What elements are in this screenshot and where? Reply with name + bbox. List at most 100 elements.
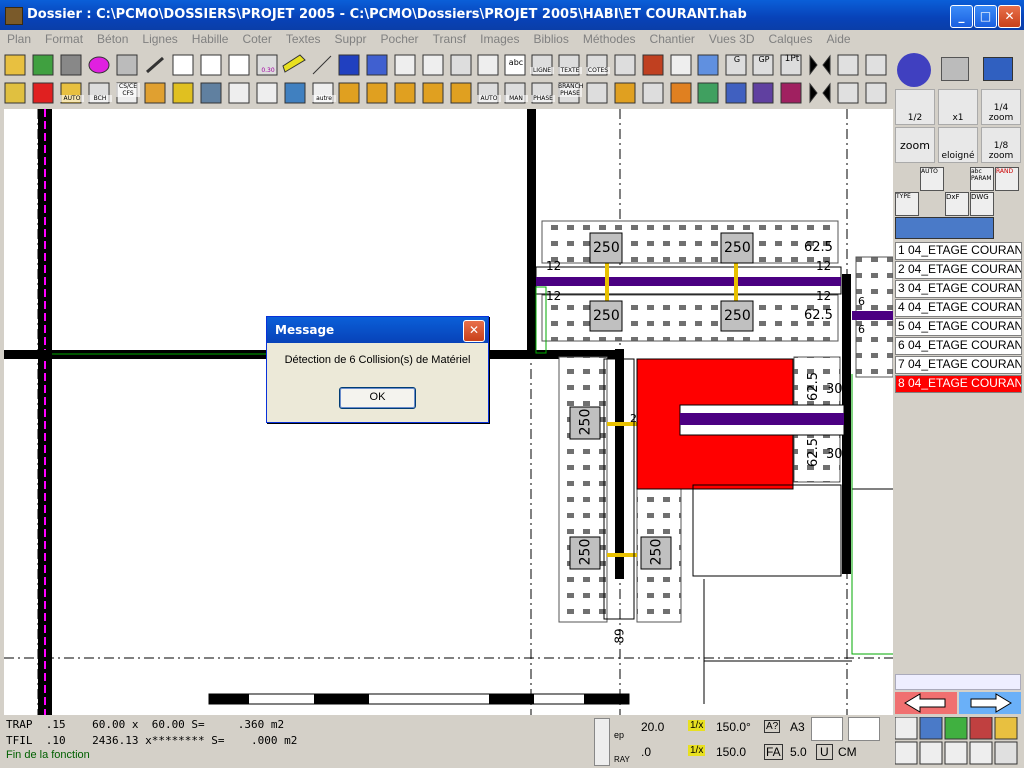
- label-12-4: 12: [816, 289, 832, 303]
- ratio-2[interactable]: 1/x: [688, 745, 706, 756]
- menu-pocher[interactable]: Pocher: [374, 30, 426, 46]
- menu-vues3d[interactable]: Vues 3D: [702, 30, 762, 46]
- menu-transf[interactable]: Transf: [426, 30, 474, 46]
- close-button[interactable]: ✕: [998, 5, 1021, 28]
- status-spinner[interactable]: [594, 718, 610, 766]
- layer-1[interactable]: 1 04_ETAGE COURANT: [895, 242, 1022, 260]
- ok-button[interactable]: OK: [339, 387, 416, 409]
- label-250-4: 250: [724, 308, 751, 324]
- tool-rand[interactable]: RAND: [995, 167, 1019, 191]
- minimize-button[interactable]: _: [950, 5, 973, 28]
- u-button[interactable]: U: [816, 744, 833, 760]
- label-625-3: 62.5: [805, 372, 821, 401]
- label-250-6: 250: [577, 538, 594, 566]
- menu-coter[interactable]: Coter: [235, 30, 278, 46]
- layer-7[interactable]: 7 04_ETAGE COURANT: [895, 356, 1022, 374]
- print-blue-icon[interactable]: [983, 57, 1013, 81]
- label-12-1: 12: [546, 259, 562, 273]
- layer-5[interactable]: 5 04_ETAGE COURANT: [895, 318, 1022, 336]
- tool-type[interactable]: TYPE: [895, 192, 919, 216]
- menu-biblios[interactable]: Biblios: [526, 30, 575, 46]
- tool-ligne: LIGNE: [530, 54, 554, 78]
- zoom-half-button[interactable]: 1/2: [895, 89, 935, 125]
- ep-label: ep: [614, 730, 625, 740]
- tool-abc: abc: [508, 58, 524, 67]
- angle-2[interactable]: 150.0: [716, 745, 746, 759]
- label-250-1: 250: [593, 240, 620, 256]
- layer-6[interactable]: 6 04_ETAGE COURANT: [895, 337, 1022, 355]
- a-help-button[interactable]: A?: [764, 720, 781, 733]
- menu-chantier[interactable]: Chantier: [643, 30, 702, 46]
- next-arrow-icon[interactable]: [959, 692, 1021, 714]
- tool-phase: PHASE: [531, 82, 555, 106]
- layer-scrollbar[interactable]: [895, 674, 1021, 690]
- dialog-close-button[interactable]: ✕: [463, 320, 485, 342]
- tool-autre: autre: [312, 82, 336, 106]
- menu-lignes[interactable]: Lignes: [135, 30, 184, 46]
- ray-value[interactable]: .0: [641, 745, 651, 759]
- angle-1[interactable]: 150.0°: [716, 720, 751, 734]
- zoom-quarter-button[interactable]: 1/4 zoom: [981, 89, 1021, 125]
- toolbar-row-2: AUTO BCH CS/CE CFS autre AUTO MAN PHASE …: [0, 80, 893, 108]
- label-625-2: 62.5: [804, 308, 833, 323]
- tool-cscecfs: CS/CE CFS: [116, 82, 140, 106]
- draw-tools[interactable]: [895, 717, 1023, 767]
- eloigne-button[interactable]: eloigné: [938, 127, 978, 163]
- menu-habille[interactable]: Habille: [185, 30, 236, 46]
- snap-tools[interactable]: [895, 217, 994, 239]
- menu-format[interactable]: Format: [38, 30, 90, 46]
- status-bar: TRAP .15 60.00 x 60.00 S= .360 m2 TFIL .…: [0, 715, 1024, 768]
- tool-texte: TEXTE: [558, 54, 582, 78]
- maximize-button[interactable]: □: [974, 5, 997, 28]
- label-625-4: 62.5: [805, 438, 821, 467]
- menu-textes[interactable]: Textes: [279, 30, 328, 46]
- label-250-3: 250: [593, 308, 620, 324]
- zoom-x1-button[interactable]: x1: [938, 89, 978, 125]
- tool-gp: GP: [758, 55, 770, 64]
- zoom-button[interactable]: zoom: [895, 127, 935, 163]
- fa-button[interactable]: FA: [764, 744, 783, 760]
- tool-man: MAN: [504, 82, 528, 106]
- message-dialog: Message ✕ Détection de 6 Collision(s) de…: [266, 316, 489, 423]
- status-tfil: TFIL .10 2436.13 x******** S= .000 m2: [6, 734, 298, 747]
- menu-images[interactable]: Images: [473, 30, 526, 46]
- status-box-2[interactable]: [848, 717, 880, 741]
- layer-3[interactable]: 3 04_ETAGE COURANT: [895, 280, 1022, 298]
- label-30-2: 30: [826, 447, 843, 462]
- menu-plan[interactable]: Plan: [0, 30, 38, 46]
- zoom-eighth-button[interactable]: 1/8 zoom: [981, 127, 1021, 163]
- ratio-1[interactable]: 1/x: [688, 720, 706, 731]
- label-12-2: 12: [546, 289, 562, 303]
- layer-4[interactable]: 4 04_ETAGE COURANT: [895, 299, 1022, 317]
- print-icon[interactable]: [941, 57, 969, 81]
- fa-value[interactable]: 5.0: [790, 745, 807, 759]
- tool-dwg[interactable]: DWG: [970, 192, 994, 216]
- label-12-3: 12: [816, 259, 832, 273]
- menu-beton[interactable]: Béton: [90, 30, 135, 46]
- tool-branch-phase: BRANCH PHASE: [558, 83, 584, 97]
- dialog-message: Détection de 6 Collision(s) de Matériel: [284, 354, 471, 366]
- label-625-1: 62.5: [804, 240, 833, 255]
- ep-value[interactable]: 20.0: [641, 720, 664, 734]
- tool-1pt: 1Pt: [784, 54, 800, 64]
- layer-8[interactable]: 8 04_ETAGE COURANT: [895, 375, 1022, 393]
- status-box-1[interactable]: [811, 717, 843, 741]
- tool-dxf[interactable]: DxF: [945, 192, 969, 216]
- prev-arrow-icon[interactable]: [895, 692, 957, 714]
- tool-cotes: COTES: [586, 67, 610, 74]
- ray-label: RAY: [614, 755, 630, 764]
- menu-methodes[interactable]: Méthodes: [576, 30, 643, 46]
- menu-bar: Plan Format Béton Lignes Habille Coter Textes S…: [0, 30, 1024, 49]
- tool-auto-2: AUTO: [477, 82, 501, 106]
- tool-param[interactable]: abc PARAM: [970, 167, 994, 191]
- label-6-1: 6: [858, 295, 865, 308]
- menu-suppr[interactable]: Suppr: [328, 30, 374, 46]
- paper-size: A3: [790, 720, 805, 734]
- label-250-7: 250: [648, 538, 665, 566]
- layer-2[interactable]: 2 04_ETAGE COURANT: [895, 261, 1022, 279]
- tool-auto-rp[interactable]: AUTO: [920, 167, 944, 191]
- menu-aide[interactable]: Aide: [820, 30, 858, 46]
- refresh-icon[interactable]: [897, 53, 931, 87]
- menu-calques[interactable]: Calques: [762, 30, 820, 46]
- label-6-2: 6: [858, 323, 865, 336]
